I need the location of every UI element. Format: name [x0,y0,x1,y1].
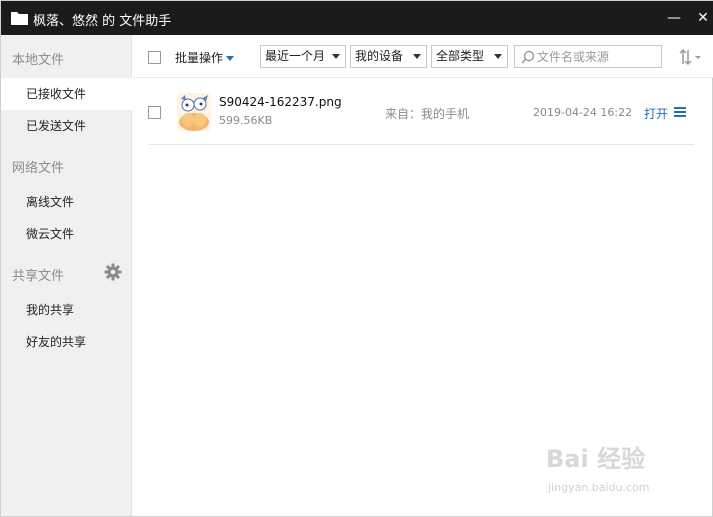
sidebar-item-my-share[interactable]: 我的共享 [1,294,132,326]
more-menu-icon[interactable] [674,107,686,118]
folder-icon [11,12,28,25]
baidu-watermark: Bai 经验 jingyan.baidu.com [546,439,711,501]
file-date: 2019-04-24 16:22 [533,106,633,119]
file-row[interactable]: S90424-162237.png 599.56KB 来自：我的手机 2019-… [148,79,694,145]
sidebar-item-received[interactable]: 已接收文件 [1,78,132,110]
minimize-button[interactable]: — [666,10,682,26]
watermark-logo: Bai 经验 [546,445,646,473]
sidebar-section-network: 网络文件 [12,161,65,176]
file-assistant-window: 枫落、悠然 的 文件助手 — ✕ 本地文件 已接收文件 已发送文件 网络文件 离… [0,0,713,517]
sidebar-section-shared: 共享文件 [12,269,65,284]
image-thumbnail[interactable] [177,93,211,131]
time-filter-select[interactable]: 最近一个月 [260,45,346,68]
window-title: 枫落、悠然 的 文件助手 [33,14,172,29]
sidebar: 本地文件 已接收文件 已发送文件 网络文件 离线文件 微云文件 共享文件 我的共… [1,35,132,516]
file-size: 599.56KB [219,114,273,127]
chevron-down-icon [413,54,421,59]
select-all-checkbox[interactable] [148,51,161,64]
batch-operation-label: 批量操作 [175,51,224,65]
device-filter-select[interactable]: 我的设备 [350,45,427,68]
search-icon [521,50,535,64]
toolbar: 批量操作 最近一个月 我的设备 全部类型 [133,35,713,78]
close-button[interactable]: ✕ [695,10,711,26]
time-filter-value: 最近一个月 [265,49,326,63]
chevron-down-icon [494,54,502,59]
sidebar-item-offline[interactable]: 离线文件 [1,186,132,218]
title-bar[interactable]: 枫落、悠然 的 文件助手 — ✕ [1,1,713,35]
search-box[interactable] [514,45,662,68]
open-file-link[interactable]: 打开 [644,105,668,122]
file-name[interactable]: S90424-162237.png [219,95,342,109]
chevron-down-icon [332,54,340,59]
file-source: 来自：我的手机 [385,107,470,121]
type-filter-value: 全部类型 [436,49,485,63]
sidebar-item-weiyun[interactable]: 微云文件 [1,218,132,250]
sidebar-section-local: 本地文件 [12,53,65,68]
sidebar-item-sent[interactable]: 已发送文件 [1,110,132,142]
file-row-checkbox[interactable] [148,106,161,119]
sidebar-item-friends-share[interactable]: 好友的共享 [1,326,132,358]
search-input[interactable] [537,48,657,65]
type-filter-select[interactable]: 全部类型 [431,45,508,68]
device-filter-value: 我的设备 [355,49,404,63]
sort-icon[interactable] [678,47,704,67]
batch-operation-button[interactable]: 批量操作 [175,49,235,66]
watermark-url: jingyan.baidu.com [548,481,650,494]
caret-down-icon [226,56,235,61]
gear-icon[interactable] [104,263,122,281]
